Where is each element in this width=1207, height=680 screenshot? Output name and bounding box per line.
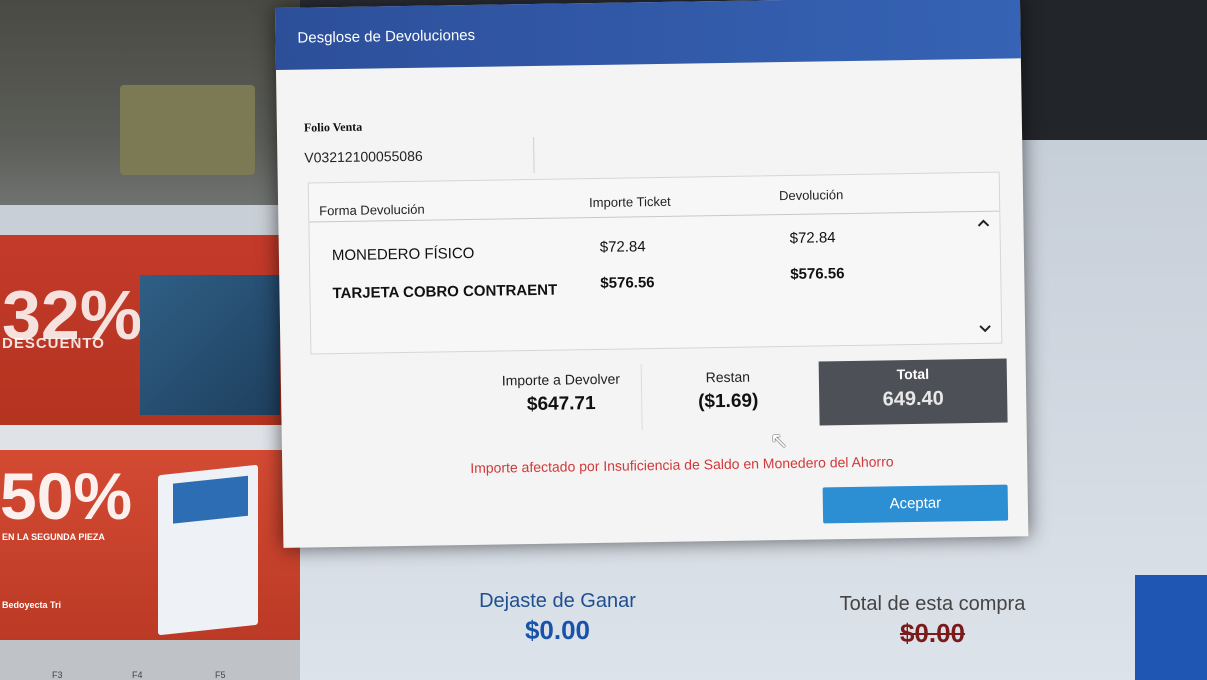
- background-strip-2: [0, 425, 300, 450]
- restan-label: Restan: [705, 368, 751, 386]
- header-forma: Forma Devolución: [319, 201, 425, 219]
- table-row[interactable]: TARJETA COBRO CONTRAENT $576.56 $576.56: [310, 265, 1000, 312]
- footer-key[interactable]: F5: [215, 670, 226, 680]
- dejaste-label: Dejaste de Ganar: [479, 590, 636, 612]
- accept-button[interactable]: Aceptar: [822, 484, 1009, 524]
- restan: Restan ($1.69): [642, 361, 814, 431]
- importe-label: Importe a Devolver: [501, 370, 621, 389]
- totals-panel: Importe a Devolver $647.71 Restan ($1.69…: [480, 358, 1012, 436]
- total-compra-value: $0.00: [899, 618, 966, 648]
- footer-key[interactable]: F3: [52, 670, 63, 680]
- pay-button-area[interactable]: [1135, 575, 1207, 680]
- cell-devolucion: $72.84: [789, 229, 836, 247]
- table-row[interactable]: MONEDERO FÍSICO $72.84 $72.84: [310, 229, 1000, 274]
- total-compra: Total de esta compra $0.00: [815, 593, 1050, 649]
- total-compra-label: Total de esta compra: [839, 593, 1026, 615]
- promo-percent: 50%: [0, 459, 133, 533]
- total-value: 649.40: [882, 387, 944, 411]
- devolucion-grid: Forma Devolución Importe Ticket Devoluci…: [307, 171, 1003, 355]
- grid-header: Forma Devolución Importe Ticket Devoluci…: [308, 172, 1000, 223]
- promo-product-image: [140, 275, 280, 415]
- cell-importe: $576.56: [600, 274, 655, 292]
- dejaste-value: $0.00: [524, 615, 591, 645]
- header-devolucion: Devolución: [778, 187, 844, 204]
- restan-value: ($1.69): [697, 390, 759, 413]
- product-box-image: [158, 464, 258, 636]
- devoluciones-dialog: Desglose de Devoluciones Folio Venta V03…: [275, 0, 1029, 548]
- dejaste-de-ganar: Dejaste de Ganar $0.00: [470, 590, 645, 646]
- folio-label: Folio Venta: [303, 119, 363, 135]
- warning-message: Importe afectado por Insuficiencia de Sa…: [470, 453, 894, 476]
- chevron-down-icon[interactable]: [977, 321, 993, 337]
- importe-value: $647.71: [526, 393, 596, 416]
- background-product-image: [120, 85, 255, 175]
- promo-subtitle: DESCUENTO: [2, 335, 105, 352]
- header-importe: Importe Ticket: [588, 193, 671, 211]
- total-box: Total 649.40: [818, 358, 1008, 426]
- dialog-title: Desglose de Devoluciones: [275, 0, 1021, 70]
- cell-forma: MONEDERO FÍSICO: [331, 244, 475, 265]
- footer-key[interactable]: F4: [132, 670, 143, 680]
- promo-brand: Bedoyecta Tri: [2, 600, 62, 610]
- promo-banner-32: 32% DESCUENTO: [0, 235, 300, 435]
- cell-importe: $72.84: [599, 238, 646, 256]
- importe-devolver: Importe a Devolver $647.71: [480, 364, 643, 433]
- background-dark-area: [1020, 0, 1207, 140]
- cell-devolucion: $576.56: [790, 265, 845, 283]
- total-label: Total: [896, 365, 930, 383]
- promo-subtitle: EN LA SEGUNDA PIEZA: [2, 532, 105, 542]
- background-strip: [0, 205, 300, 235]
- mouse-cursor-icon: ↖: [770, 428, 789, 453]
- folio-field[interactable]: V03212100055086: [304, 136, 535, 177]
- cell-forma: TARJETA COBRO CONTRAENT: [332, 281, 558, 303]
- chevron-up-icon[interactable]: [975, 215, 991, 231]
